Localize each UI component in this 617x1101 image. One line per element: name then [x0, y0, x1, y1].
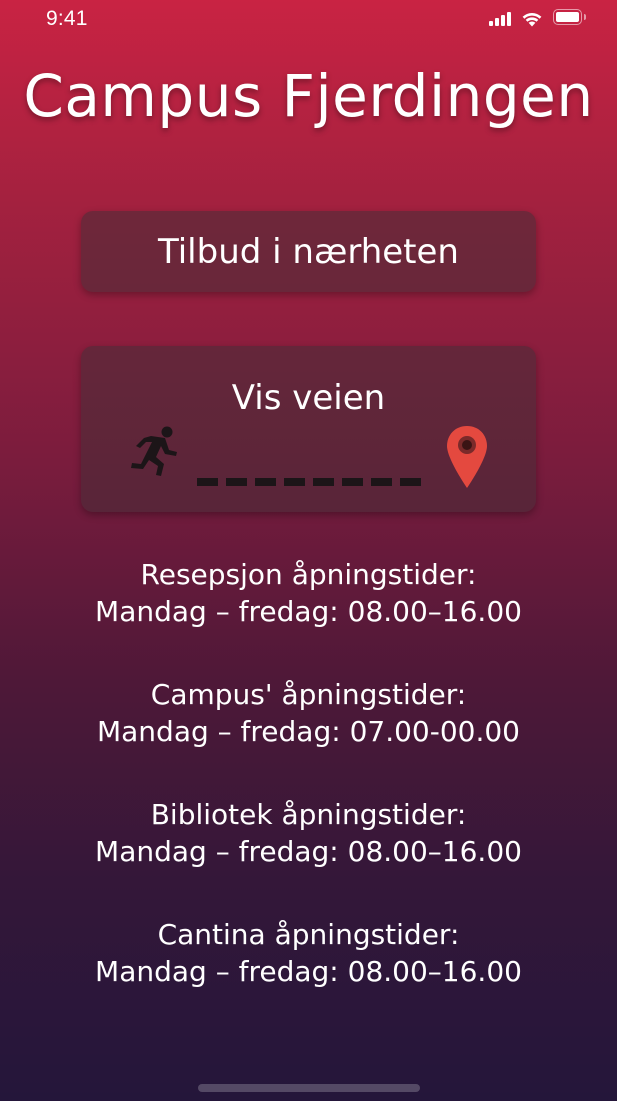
reception-hours: Resepsjon åpningstider: Mandag – fredag:…: [0, 556, 617, 630]
status-time: 9:41: [46, 7, 88, 30]
show-route-button[interactable]: Vis veien: [81, 346, 536, 512]
page-title: Campus Fjerdingen: [23, 62, 594, 130]
cantina-hours-heading: Cantina åpningstider:: [157, 918, 460, 951]
map-pin-icon: [447, 426, 487, 488]
app-screen: 9:41 Campus Fjerdingen Tilbud i nærheten…: [0, 0, 617, 1101]
show-route-label: Vis veien: [231, 378, 386, 418]
reception-hours-heading: Resepsjon åpningstider:: [140, 558, 477, 591]
battery-icon: [553, 9, 587, 27]
reception-hours-times: Mandag – fredag: 08.00–16.00: [95, 595, 522, 628]
campus-hours: Campus' åpningstider: Mandag – fredag: 0…: [0, 676, 617, 750]
library-hours: Bibliotek åpningstider: Mandag – fredag:…: [0, 796, 617, 870]
campus-hours-times: Mandag – fredag: 07.00-00.00: [96, 715, 520, 748]
running-person-icon: [131, 426, 177, 476]
nearby-offers-label: Tilbud i nærheten: [158, 231, 459, 272]
cantina-hours: Cantina åpningstider: Mandag – fredag: 0…: [0, 916, 617, 990]
cantina-hours-times: Mandag – fredag: 08.00–16.00: [95, 955, 522, 988]
route-dashed-line: [197, 478, 429, 486]
nearby-offers-button[interactable]: Tilbud i nærheten: [81, 211, 536, 292]
library-hours-heading: Bibliotek åpningstider:: [150, 798, 467, 831]
cellular-signal-icon: [489, 11, 511, 26]
status-icons: [489, 8, 587, 28]
wifi-icon: [522, 12, 542, 26]
home-indicator[interactable]: [198, 1084, 420, 1092]
campus-hours-heading: Campus' åpningstider:: [150, 678, 467, 711]
library-hours-times: Mandag – fredag: 08.00–16.00: [95, 835, 522, 868]
